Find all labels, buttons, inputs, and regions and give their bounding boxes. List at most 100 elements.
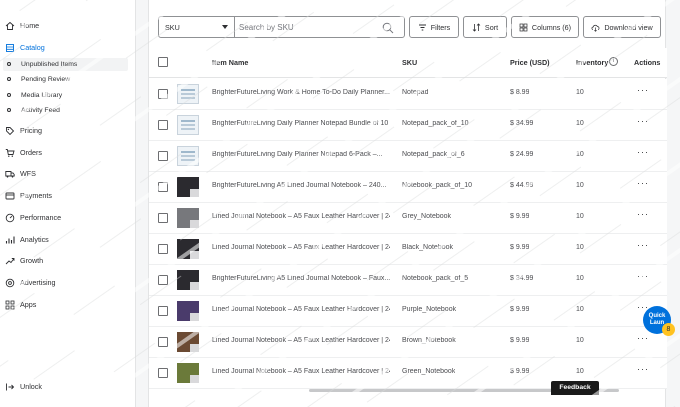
sort-button[interactable]: Sort	[463, 16, 507, 38]
sku-cell: Grey_Notebook	[402, 213, 452, 220]
gauge-icon	[5, 213, 15, 223]
tag-icon	[5, 126, 15, 136]
row-checkbox[interactable]	[158, 89, 168, 99]
row-checkbox[interactable]	[158, 306, 168, 316]
sidebar-item-payments[interactable]: Payments	[0, 188, 136, 204]
sidebar-subitem-label: Activity Feed	[21, 107, 60, 114]
product-thumbnail[interactable]	[177, 301, 199, 321]
sku-cell: Brown_Notebook	[402, 337, 456, 344]
quick-launch-label: Quick	[648, 313, 666, 319]
search-input[interactable]	[239, 20, 379, 35]
price-cell: $ 9.99	[510, 368, 530, 375]
item-name-cell[interactable]: Lined Journal Notebook – A5 Faux Leather…	[212, 306, 390, 313]
row-checkbox[interactable]	[158, 275, 168, 285]
sidebar-item-growth[interactable]: Growth	[0, 253, 136, 269]
info-icon[interactable]: i	[609, 57, 618, 66]
item-name-cell[interactable]: Lined Journal Notebook – A5 Faux Leather…	[212, 213, 390, 220]
item-name-cell[interactable]: BrighterFutureLiving Work & Home To-Do D…	[212, 89, 390, 96]
item-name-cell[interactable]: Lined Journal Notebook – A5 Faux Leather…	[212, 244, 390, 251]
inventory-cell: 10	[576, 151, 584, 158]
feedback-button[interactable]: Feedback	[551, 381, 599, 395]
sidebar-item-catalog[interactable]: Catalog	[0, 40, 136, 56]
item-name-cell[interactable]: Lined Journal Notebook – A5 Faux Leather…	[212, 337, 390, 344]
table-row[interactable]: BrighterFutureLiving A5 Lined Journal No…	[149, 265, 667, 296]
row-checkbox[interactable]	[158, 244, 168, 254]
column-header-sku[interactable]: SKU	[402, 58, 417, 67]
more-actions-icon[interactable]: ···	[637, 178, 649, 188]
item-name-cell[interactable]: BrighterFutureLiving Daily Planner Notep…	[212, 151, 390, 158]
inventory-cell: 10	[576, 306, 584, 313]
row-checkbox[interactable]	[158, 120, 168, 130]
sidebar-item-label: Catalog	[20, 43, 45, 52]
table-row[interactable]: Lined Journal Notebook – A5 Faux Leather…	[149, 203, 667, 234]
table-row[interactable]: BrighterFutureLiving A5 Lined Journal No…	[149, 172, 667, 203]
item-name-cell[interactable]: Lined Journal Notebook – A5 Faux Leather…	[212, 368, 390, 375]
sidebar-item-pricing[interactable]: Pricing	[0, 123, 136, 139]
product-thumbnail[interactable]	[177, 208, 199, 228]
sidebar-item-analytics[interactable]: Analytics	[0, 232, 136, 248]
sku-cell: Notepad_pack_of_10	[402, 120, 469, 127]
search-field-select[interactable]: SKU	[158, 16, 235, 38]
sidebar-item-performance[interactable]: Performance	[0, 210, 136, 226]
product-thumbnail[interactable]	[177, 332, 199, 352]
sidebar-item-unlock[interactable]: Unlock	[0, 379, 136, 395]
row-checkbox[interactable]	[158, 182, 168, 192]
notification-badge: 8	[662, 323, 675, 336]
product-thumbnail[interactable]	[177, 239, 199, 259]
more-actions-icon[interactable]: ···	[637, 209, 649, 219]
download-view-button[interactable]: Download view	[583, 16, 661, 38]
sidebar-item-home[interactable]: Home	[0, 18, 136, 34]
product-thumbnail[interactable]	[177, 270, 199, 290]
more-actions-icon[interactable]: ···	[637, 364, 649, 374]
product-thumbnail[interactable]	[177, 146, 199, 166]
product-thumbnail[interactable]	[177, 84, 199, 104]
table-row[interactable]: Lined Journal Notebook – A5 Faux Leather…	[149, 327, 667, 358]
table-row[interactable]: Lined Journal Notebook – A5 Faux Leather…	[149, 296, 667, 327]
row-checkbox[interactable]	[158, 337, 168, 347]
item-name-cell[interactable]: BrighterFutureLiving A5 Lined Journal No…	[212, 275, 390, 282]
table-row[interactable]: Lined Journal Notebook – A5 Faux Leather…	[149, 234, 667, 265]
row-checkbox[interactable]	[158, 151, 168, 161]
sidebar-subitem-activity-feed[interactable]: Activity Feed	[3, 104, 128, 117]
price-cell: $ 9.99	[510, 213, 530, 220]
row-checkbox[interactable]	[158, 213, 168, 223]
price-cell: $ 44.99	[510, 182, 534, 189]
search-icon[interactable]	[382, 22, 394, 34]
card-icon	[5, 191, 15, 201]
table-row[interactable]: BrighterFutureLiving Daily Planner Notep…	[149, 141, 667, 172]
more-actions-icon[interactable]: ···	[637, 85, 649, 95]
price-cell: $ 9.99	[510, 244, 530, 251]
more-actions-icon[interactable]: ···	[637, 271, 649, 281]
sidebar-item-wfs[interactable]: WFS	[0, 166, 136, 182]
item-name-cell[interactable]: BrighterFutureLiving Daily Planner Notep…	[212, 120, 390, 127]
item-name-cell[interactable]: BrighterFutureLiving A5 Lined Journal No…	[212, 182, 390, 189]
sidebar-item-orders[interactable]: Orders	[0, 145, 136, 161]
more-actions-icon[interactable]: ···	[637, 147, 649, 157]
price-cell: $ 9.99	[510, 306, 530, 313]
column-header-price[interactable]: Price (USD)	[510, 58, 550, 67]
table-row[interactable]: BrighterFutureLiving Daily Planner Notep…	[149, 110, 667, 141]
row-checkbox[interactable]	[158, 368, 168, 378]
more-actions-icon[interactable]: ···	[637, 240, 649, 250]
sidebar-subitem-unpublished-items[interactable]: Unpublished Items	[3, 58, 128, 71]
filters-button[interactable]: Filters	[409, 16, 459, 38]
sidebar-item-advertising[interactable]: Advertising	[0, 275, 136, 291]
inventory-cell: 10	[576, 89, 584, 96]
main-content: SKU Filters Sort Columns (6) Download vi…	[136, 0, 680, 407]
more-actions-icon[interactable]: ···	[637, 116, 649, 126]
select-all-checkbox[interactable]	[158, 57, 168, 67]
sidebar-item-apps[interactable]: Apps	[0, 297, 136, 313]
sidebar-subitem-pending-review[interactable]: Pending Review	[3, 73, 128, 86]
product-thumbnail[interactable]	[177, 177, 199, 197]
table-row[interactable]: BrighterFutureLiving Work & Home To-Do D…	[149, 79, 667, 110]
sidebar-item-label: Advertising	[20, 278, 56, 287]
more-actions-icon[interactable]: ···	[637, 333, 649, 343]
column-header-item-name[interactable]: Item Name	[212, 58, 248, 67]
sidebar-subitem-media-library[interactable]: Media Library	[3, 89, 128, 102]
sidebar: Home Catalog Unpublished Items Pending R…	[0, 0, 136, 407]
inventory-cell: 10	[576, 182, 584, 189]
columns-button[interactable]: Columns (6)	[511, 16, 579, 38]
product-thumbnail[interactable]	[177, 115, 199, 135]
product-thumbnail[interactable]	[177, 363, 199, 383]
column-header-inventory[interactable]: Inventory	[576, 58, 608, 67]
